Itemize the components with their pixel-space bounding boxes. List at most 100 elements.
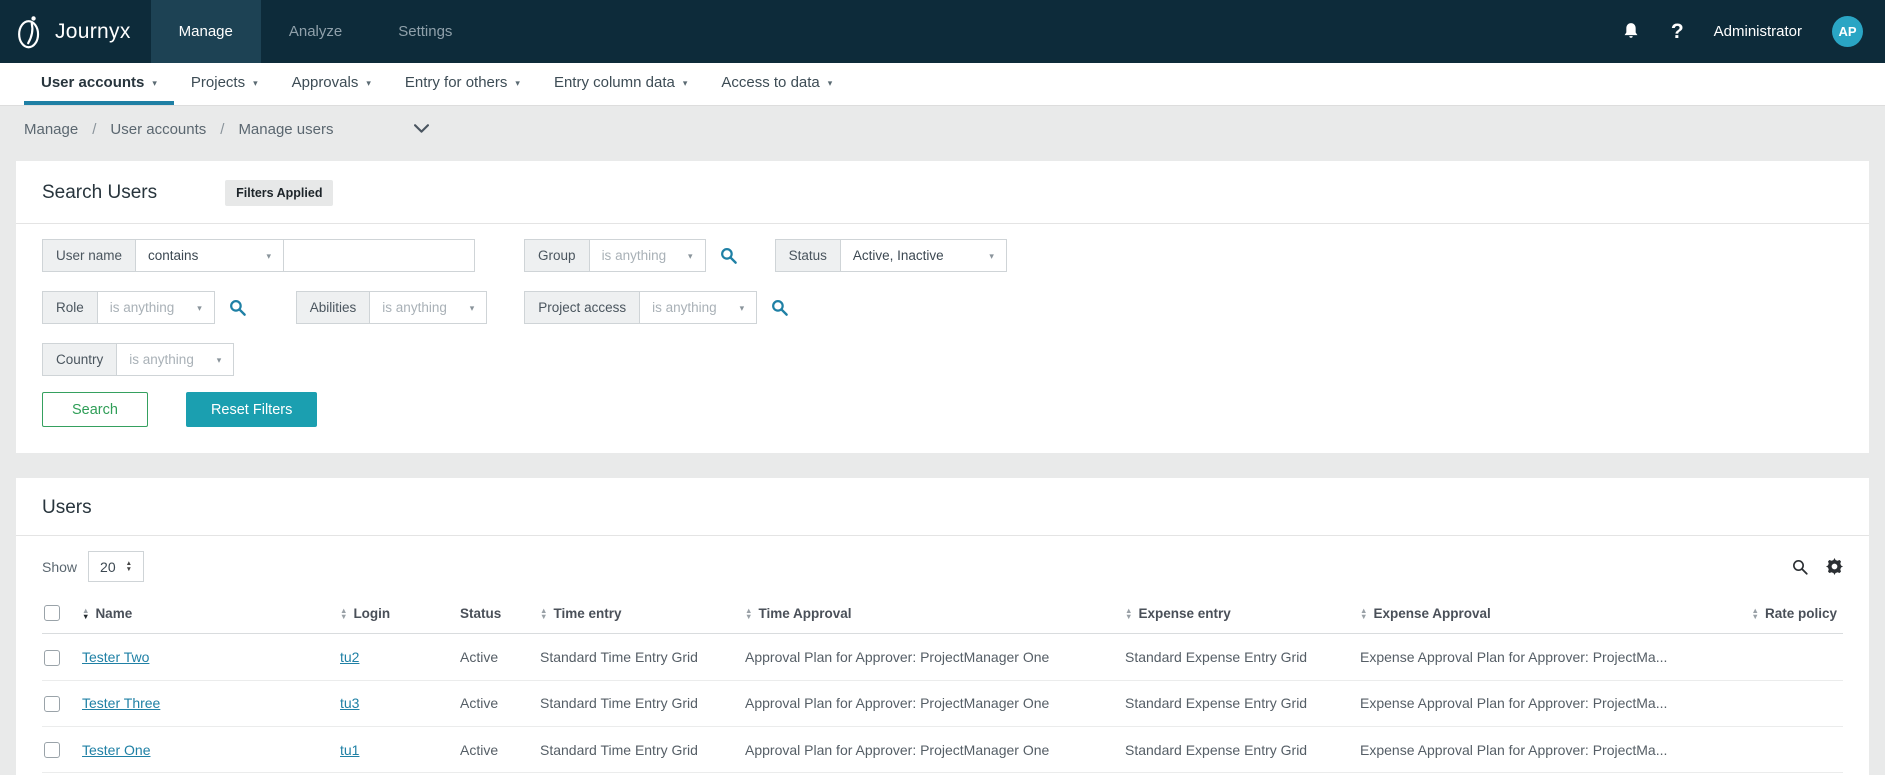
- chevron-down-icon: ▾: [366, 77, 371, 88]
- users-panel-title: Users: [42, 497, 92, 518]
- chevron-down-icon: ▾: [253, 77, 258, 88]
- search-panel-header: Search Users Filters Applied: [16, 161, 1869, 223]
- select-all-checkbox[interactable]: [44, 605, 60, 622]
- chevron-down-icon: ▾: [197, 303, 202, 313]
- chevron-down-icon: ▾: [688, 251, 693, 261]
- breadcrumb-item-manage-users[interactable]: Manage users: [238, 121, 333, 138]
- status-select-value: Active, Inactive: [852, 248, 944, 263]
- cell-name: Tester One: [76, 726, 334, 774]
- top-navigation-bar: Journyx Manage Analyze Settings ? Administ…: [0, 0, 1885, 63]
- subnav: User accounts ▾ Projects ▾ Approvals ▾ Entry f…: [0, 63, 1885, 106]
- column-header-status: Status: [454, 594, 534, 635]
- cell-status: Active: [454, 680, 534, 728]
- breadcrumb-expand-icon[interactable]: [413, 124, 429, 134]
- breadcrumb-separator: /: [92, 120, 97, 138]
- filter-role: Role is anything ▾: [42, 291, 247, 324]
- chevron-down-icon: ▾: [216, 355, 222, 365]
- top-tab-settings[interactable]: Settings: [370, 0, 480, 63]
- subnav-item-entry-column-data[interactable]: Entry column data ▾: [537, 63, 704, 105]
- cell-rate-policy: [1734, 680, 1843, 728]
- row-checkbox[interactable]: [44, 649, 60, 666]
- top-tab-analyze[interactable]: Analyze: [261, 0, 370, 63]
- page-size-select[interactable]: 20 ▲ ▼: [88, 551, 145, 582]
- role-select-value: is anything: [109, 300, 175, 315]
- page-size-value: 20: [100, 558, 116, 575]
- gear-icon[interactable]: [1826, 558, 1843, 575]
- current-user-label[interactable]: Administrator: [1714, 23, 1802, 40]
- column-header-login[interactable]: ▲ ▼ Login: [334, 594, 454, 635]
- role-select[interactable]: is anything ▾: [96, 291, 215, 324]
- subnav-item-entry-for-others[interactable]: Entry for others ▾: [388, 63, 537, 105]
- column-header-expense-entry[interactable]: ▲ ▼ Expense entry: [1119, 594, 1354, 635]
- search-filters: User name contains ▾ Group is anything ▾: [16, 224, 1869, 376]
- column-header-time-entry[interactable]: ▲ ▼ Time entry: [534, 594, 739, 635]
- help-icon[interactable]: ?: [1671, 20, 1684, 44]
- status-select[interactable]: Active, Inactive ▾: [839, 239, 1007, 272]
- user-name-link[interactable]: Tester Two: [82, 649, 149, 665]
- chevron-down-icon: ▾: [266, 251, 272, 261]
- user-login-link[interactable]: tu1: [340, 742, 359, 758]
- notifications-bell-icon[interactable]: [1621, 20, 1641, 43]
- cell-rate-policy: [1734, 726, 1843, 774]
- column-label: Name: [95, 605, 133, 621]
- abilities-select[interactable]: is anything ▾: [369, 291, 488, 324]
- user-name-operator-select[interactable]: contains ▾: [135, 239, 285, 272]
- column-header-time-approval[interactable]: ▲ ▼ Time Approval: [739, 594, 1119, 635]
- user-name-link[interactable]: Tester One: [82, 742, 150, 758]
- filter-row-1: User name contains ▾ Group is anything ▾: [42, 239, 1843, 272]
- cell-name: Tester Three: [76, 680, 334, 728]
- column-header-expense-approval[interactable]: ▲ ▼ Expense Approval: [1354, 594, 1734, 635]
- project-access-select-value: is anything: [652, 300, 717, 315]
- users-table: ▲ ▼ Name ▲ ▼ Login Status ▲ ▼ Time entry ▲ ▼ Time Ap…: [42, 594, 1843, 774]
- breadcrumb-item-manage[interactable]: Manage: [24, 121, 78, 138]
- column-header-name[interactable]: ▲ ▼ Name: [76, 594, 334, 635]
- country-select[interactable]: is anything ▾: [116, 343, 235, 376]
- subnav-item-approvals[interactable]: Approvals ▾: [275, 63, 388, 105]
- project-access-select[interactable]: is anything ▾: [639, 291, 758, 324]
- subnav-label: Access to data: [721, 73, 820, 91]
- row-checkbox[interactable]: [44, 696, 60, 713]
- group-filter-label: Group: [524, 239, 590, 272]
- filter-user-name: User name contains ▾: [42, 239, 476, 272]
- sort-icon: ▲ ▼: [1360, 605, 1368, 622]
- row-checkbox[interactable]: [44, 742, 60, 759]
- brand[interactable]: Journyx: [0, 0, 151, 63]
- user-avatar[interactable]: AP: [1832, 16, 1863, 47]
- table-search-icon[interactable]: [1791, 558, 1809, 576]
- cell-time-approval: Approval Plan for Approver: ProjectManag…: [739, 726, 1119, 774]
- cell-expense-entry: Standard Expense Entry Grid: [1119, 726, 1354, 774]
- filters-applied-badge: Filters Applied: [225, 180, 334, 206]
- group-search-icon[interactable]: [719, 239, 738, 272]
- breadcrumb: Manage / User accounts / Manage users: [0, 106, 1885, 152]
- project-access-filter-label: Project access: [524, 291, 641, 324]
- chevron-down-icon: ▾: [739, 303, 745, 313]
- user-name-input[interactable]: [283, 239, 476, 272]
- chevron-down-icon: ▾: [827, 77, 833, 88]
- subnav-item-access-to-data[interactable]: Access to data ▾: [704, 63, 849, 105]
- project-access-search-icon[interactable]: [770, 291, 789, 324]
- sort-icon: ▲ ▼: [540, 605, 548, 622]
- user-login-link[interactable]: tu2: [340, 649, 359, 665]
- column-header-rate-policy[interactable]: ▲ ▼ Rate policy: [1734, 594, 1843, 635]
- cell-time-approval: Approval Plan for Approver: ProjectManag…: [739, 680, 1119, 728]
- filter-abilities: Abilities is anything ▾: [295, 291, 488, 324]
- column-label: Expense entry: [1138, 605, 1231, 621]
- search-button[interactable]: Search: [42, 392, 148, 427]
- cell-status: Active: [454, 633, 534, 681]
- subnav-item-projects[interactable]: Projects ▾: [174, 63, 275, 105]
- user-login-link[interactable]: tu3: [340, 695, 359, 711]
- breadcrumb-item-user-accounts[interactable]: User accounts: [110, 121, 206, 138]
- chevron-down-icon: ▾: [682, 77, 688, 88]
- topnav-tabs: Manage Analyze Settings: [150, 0, 481, 63]
- user-name-link[interactable]: Tester Three: [82, 695, 160, 711]
- cell-expense-approval: Expense Approval Plan for Approver: Proj…: [1354, 726, 1734, 774]
- top-tab-manage[interactable]: Manage: [150, 0, 261, 63]
- reset-filters-button[interactable]: Reset Filters: [185, 392, 318, 427]
- role-search-icon[interactable]: [228, 291, 247, 324]
- subnav-item-user-accounts[interactable]: User accounts ▾: [24, 63, 174, 105]
- group-select[interactable]: is anything ▾: [588, 239, 706, 272]
- filter-status: Status Active, Inactive ▾: [774, 239, 1007, 272]
- filter-row-2: Role is anything ▾ Abilities is anything…: [42, 291, 1843, 324]
- column-label: Rate policy: [1764, 605, 1837, 621]
- role-filter-label: Role: [42, 291, 98, 324]
